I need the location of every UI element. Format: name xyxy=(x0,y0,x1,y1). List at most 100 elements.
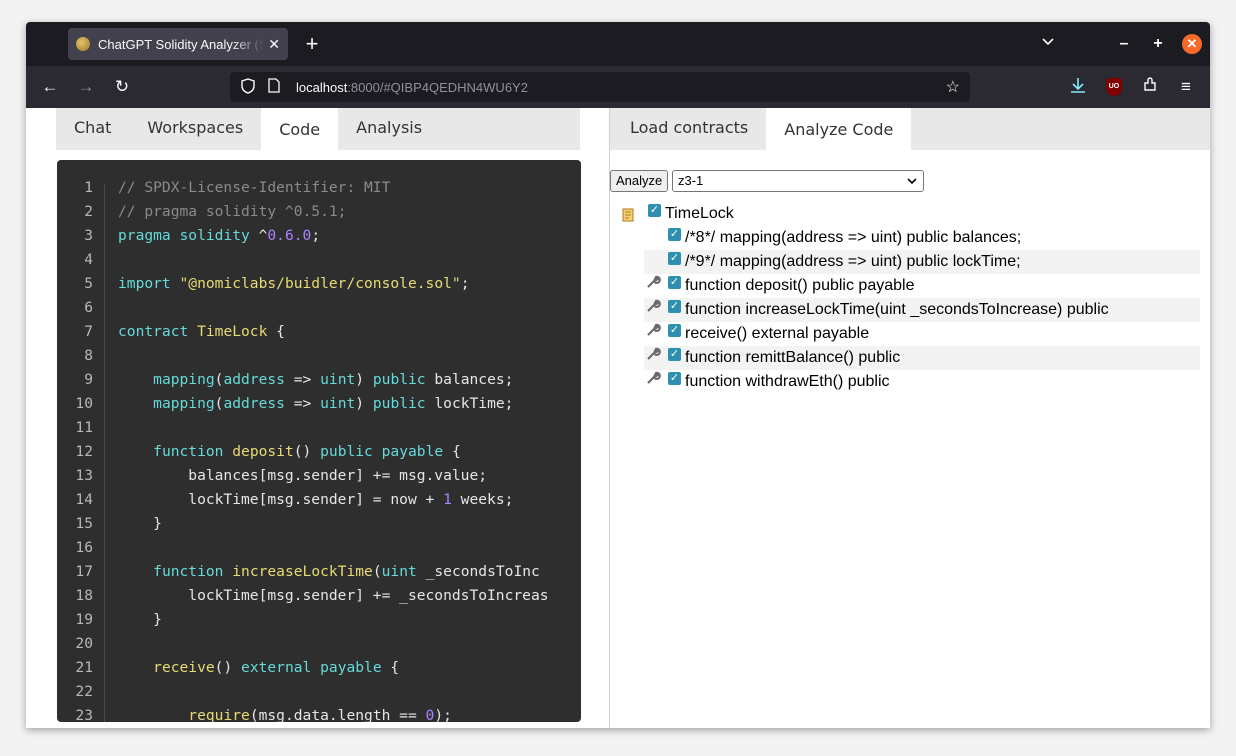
engine-select-value: z3-1 xyxy=(678,173,704,188)
code-line: 17 function increaseLockTime(uint _secon… xyxy=(57,560,581,584)
bookmark-star-icon[interactable]: ☆ xyxy=(946,77,960,97)
code-text: mapping(address => uint) public balances… xyxy=(153,371,514,388)
code-line: 23 require(msg.data.length == 0); xyxy=(57,704,581,722)
url-path: :8000/#QIBP4QEDHN4WU6Y2 xyxy=(347,79,528,95)
checkbox[interactable]: ✓ xyxy=(668,323,681,337)
tree-item[interactable]: ✓ function remittBalance() public xyxy=(644,346,1200,370)
tree-item-label: /*8*/ mapping(address => uint) public ba… xyxy=(685,229,1022,246)
line-number: 7 xyxy=(84,323,93,340)
code-line: 5 import "@nomiclabs/buidler/console.sol"… xyxy=(57,272,581,296)
new-tab-button[interactable]: + xyxy=(300,32,324,56)
tree-root[interactable]: ✓ TimeLock xyxy=(620,202,1200,226)
extensions-icon[interactable] xyxy=(1140,77,1160,97)
maximize-icon[interactable]: + xyxy=(1148,34,1168,54)
reload-icon[interactable]: ↻ xyxy=(112,77,132,97)
analyze-button[interactable]: Analyze xyxy=(610,170,669,192)
right-pane: Load contracts Analyze Code Analyze z3-1… xyxy=(610,108,1210,728)
downloads-icon[interactable] xyxy=(1068,77,1088,97)
tree-item[interactable]: ✓ function deposit() public payable xyxy=(644,274,1200,298)
line-number: 5 xyxy=(84,275,93,292)
code-line: 20 xyxy=(57,632,581,656)
checkbox[interactable]: ✓ xyxy=(648,203,661,217)
line-number: 14 xyxy=(75,491,93,508)
line-number: 3 xyxy=(84,227,93,244)
url-host: localhost xyxy=(296,79,348,95)
line-number: 19 xyxy=(75,611,93,628)
code-line: 2 // pragma solidity ^0.5.1; xyxy=(57,200,581,224)
code-text: pragma solidity ^0.6.0; xyxy=(118,227,321,244)
code-text: lockTime[msg.sender] += _secondsToIncrea… xyxy=(118,587,549,604)
engine-select[interactable]: z3-1 xyxy=(672,170,924,192)
line-number: 9 xyxy=(84,371,93,388)
chevron-down-icon xyxy=(907,171,917,198)
forward-icon[interactable]: → xyxy=(76,77,96,97)
tab-analyze-code[interactable]: Analyze Code xyxy=(766,108,912,151)
tree-item[interactable]: ✓ function withdrawEth() public xyxy=(644,370,1200,394)
tree-item[interactable]: ✓ receive() external payable xyxy=(644,322,1200,346)
tree-item[interactable]: ✓ function increaseLockTime(uint _seconds… xyxy=(644,298,1200,322)
tree-item-label: receive() external payable xyxy=(685,325,870,342)
checkbox[interactable]: ✓ xyxy=(668,275,681,289)
checkbox[interactable]: ✓ xyxy=(668,251,681,265)
tab-chat[interactable]: Chat xyxy=(56,108,129,150)
line-number: 8 xyxy=(84,347,93,364)
code-editor[interactable]: 1 // SPDX-License-Identifier: MIT 2 // prag… xyxy=(57,160,581,722)
page-info-icon[interactable] xyxy=(266,78,282,96)
line-number: 13 xyxy=(75,467,93,484)
code-text: contract TimeLock { xyxy=(118,323,285,340)
tab-title: ChatGPT Solidity Analyzer (S xyxy=(98,36,265,52)
tree-root-label: TimeLock xyxy=(665,205,734,222)
checkbox[interactable]: ✓ xyxy=(668,347,681,361)
code-line: 22 xyxy=(57,680,581,704)
checkbox[interactable]: ✓ xyxy=(668,371,681,385)
tab-workspaces[interactable]: Workspaces xyxy=(129,108,261,150)
wrench-icon xyxy=(644,370,662,394)
back-icon[interactable]: ← xyxy=(40,77,60,97)
code-line: 13 balances[msg.sender] += msg.value; xyxy=(57,464,581,488)
code-line: 7 contract TimeLock { xyxy=(57,320,581,344)
tree-item[interactable]: ✓ /*8*/ mapping(address => uint) public b… xyxy=(644,226,1200,250)
close-tab-icon[interactable]: ✕ xyxy=(268,36,280,53)
tab-load-contracts[interactable]: Load contracts xyxy=(612,108,766,150)
tab-analysis[interactable]: Analysis xyxy=(338,108,440,150)
line-number: 16 xyxy=(75,539,93,556)
line-number: 2 xyxy=(84,203,93,220)
checkbox[interactable]: ✓ xyxy=(668,299,681,313)
list-tabs-icon[interactable] xyxy=(1041,34,1057,50)
browser-tab-active[interactable]: ChatGPT Solidity Analyzer (S ✕ xyxy=(68,28,288,60)
close-window-icon[interactable]: ✕ xyxy=(1182,34,1202,54)
checkbox[interactable]: ✓ xyxy=(668,227,681,241)
tree-item[interactable]: ✓ /*9*/ mapping(address => uint) public l… xyxy=(644,250,1200,274)
line-number: 12 xyxy=(75,443,93,460)
line-number: 1 xyxy=(84,179,93,196)
tree-item-label: function deposit() public payable xyxy=(685,277,915,294)
tree-item-label: /*9*/ mapping(address => uint) public lo… xyxy=(685,253,1021,270)
left-tabbar: Chat Workspaces Code Analysis xyxy=(56,108,580,151)
tab-code[interactable]: Code xyxy=(261,108,339,151)
minimize-icon[interactable]: – xyxy=(1114,34,1134,54)
code-line: 4 xyxy=(57,248,581,272)
left-pane: Chat Workspaces Code Analysis 1 // SPDX-L… xyxy=(26,108,610,728)
tree-item-label: function withdrawEth() public xyxy=(685,373,890,390)
code-line: 19 } xyxy=(57,608,581,632)
code-text: } xyxy=(118,611,162,628)
tree-item-label: function remittBalance() public xyxy=(685,349,901,366)
code-line: 18 lockTime[msg.sender] += _secondsToInc… xyxy=(57,584,581,608)
address-bar[interactable]: localhost:8000/#QIBP4QEDHN4WU6Y2 ☆ xyxy=(230,72,970,102)
line-number: 15 xyxy=(75,515,93,532)
code-line: 3 pragma solidity ^0.6.0; xyxy=(57,224,581,248)
contract-scroll-icon xyxy=(620,206,636,222)
line-number: 18 xyxy=(75,587,93,604)
code-line: 16 xyxy=(57,536,581,560)
wrench-icon xyxy=(644,346,662,370)
tab-strip: ChatGPT Solidity Analyzer (S ✕ + – + ✕ xyxy=(26,22,1210,66)
code-text: // pragma solidity ^0.5.1; xyxy=(118,203,347,220)
ublock-origin-icon[interactable]: UO xyxy=(1106,78,1122,96)
code-text: balances[msg.sender] += msg.value; xyxy=(118,467,488,484)
menu-icon[interactable]: ≡ xyxy=(1176,77,1196,97)
code-text: function deposit() public payable { xyxy=(153,443,461,460)
shield-icon[interactable] xyxy=(240,77,256,97)
line-number: 10 xyxy=(75,395,93,412)
line-number: 4 xyxy=(84,251,93,268)
code-line: 9 mapping(address => uint) public balanc… xyxy=(57,368,581,392)
